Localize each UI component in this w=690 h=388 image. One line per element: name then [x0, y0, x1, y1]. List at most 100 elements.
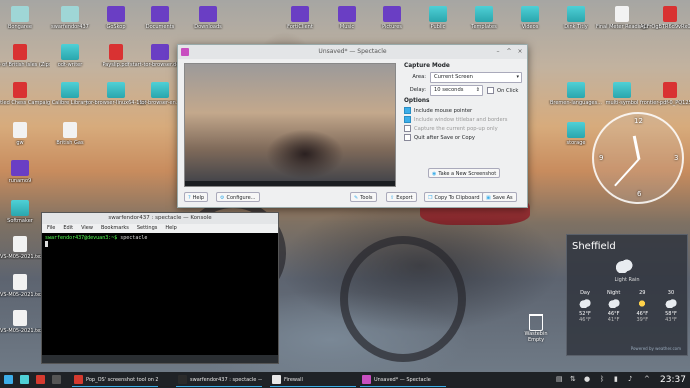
camera-icon: ◉ [432, 171, 437, 177]
taskbar-task[interactable]: Firewall [270, 374, 356, 387]
taskbar-task[interactable]: swarfendor437 : spectacle — Kon... [176, 374, 262, 387]
opt-popup-label: Capture the current pop-up only [414, 126, 498, 132]
konsole-menubar: File Edit View Bookmarks Settings Help [42, 224, 278, 233]
desktop-icon-label: runamo9 [8, 178, 32, 184]
folder-icon [567, 6, 585, 22]
desktop-icon[interactable]: frontier-pdf-0_PQ1253H... [640, 82, 690, 106]
opt-quit[interactable]: Quit after Save or Copy [404, 134, 522, 143]
copy-to-clipboard-button[interactable]: ❐ Copy To Clipboard [424, 192, 484, 202]
home-icon [61, 6, 79, 22]
desktop-icon[interactable]: runamo9 [0, 160, 50, 184]
opt-quit-label: Quit after Save or Copy [414, 135, 475, 141]
folder-icon [613, 82, 631, 98]
close-icon[interactable]: × [516, 48, 524, 56]
copy-icon: ❐ [428, 195, 433, 201]
desktop-icon-label: frontier-pdf-0_PQ1253H... [640, 100, 690, 106]
wallpaper-wheel-front [340, 236, 466, 362]
cloud-icon [607, 299, 620, 308]
app-icon [338, 6, 356, 22]
on-click-check [487, 86, 494, 94]
konsole-tabbar [42, 355, 278, 363]
terminal-prompt: swarfendor437@devuan3:~$ [45, 235, 118, 241]
battery-icon[interactable]: ▮ [614, 375, 618, 383]
spectacle-window: Unsaved* — Spectacle – ^ × Capture Mode … [177, 44, 528, 208]
doc-icon [13, 122, 27, 138]
on-click-label: On Click [497, 87, 519, 94]
copy-label: Copy To Clipboard [434, 195, 480, 201]
screenshot-preview[interactable] [184, 63, 396, 187]
desktop-icon[interactable]: Downloads [178, 6, 238, 30]
on-click-checkbox[interactable]: On Click [487, 86, 519, 94]
app-icon [11, 160, 29, 176]
delay-label: Delay: [409, 87, 426, 93]
take-screenshot-button[interactable]: ◉ Take a New Screenshot [428, 168, 501, 178]
options-heading: Options [404, 98, 430, 104]
network-icon[interactable]: ⇅ [570, 375, 576, 383]
files-launcher-icon[interactable] [20, 374, 30, 386]
clock-minute-hand [614, 158, 640, 187]
konsole-menu-item[interactable]: View [81, 225, 93, 231]
configure-button[interactable]: ⚙ Configure... [216, 192, 260, 202]
help-icon: ? [188, 195, 191, 201]
desktop-icon[interactable]: British Gas [40, 122, 100, 146]
konsole-menu-item[interactable]: Bookmarks [101, 225, 129, 231]
delay-spinbox[interactable]: 10 seconds ⇕ [430, 84, 483, 96]
folder-icon [429, 6, 447, 22]
help-label: Help [192, 195, 205, 201]
taskbar-task[interactable]: Pop_OS' screenshot tool on Zorin... [72, 374, 158, 387]
preview-taskbar [185, 181, 395, 186]
task-label: Pop_OS' screenshot tool on Zorin... [86, 377, 158, 383]
konsole-menu-item[interactable]: File [47, 225, 55, 231]
maximize-icon[interactable]: ^ [505, 48, 513, 56]
opt-pointer[interactable]: Include mouse pointer [404, 107, 522, 116]
forecast-day: Night 46°F 41°F [602, 290, 626, 323]
task-label: Firewall [284, 377, 303, 383]
desktop-icon[interactable]: ACFrOgBTR6d9vRx0_PQ1253H... [640, 6, 690, 30]
opt-pointer-check [404, 107, 411, 114]
weather-condition: Light Rain [614, 277, 640, 283]
export-button[interactable]: ⇪ Export [386, 192, 417, 202]
cloud-icon [664, 299, 677, 308]
clock-numeral-12: 12 [634, 117, 643, 125]
spectacle-titlebar[interactable]: Unsaved* — Spectacle – ^ × [178, 45, 527, 59]
start-menu-icon[interactable] [4, 374, 14, 386]
opt-popup[interactable]: Capture the current pop-up only [404, 125, 522, 134]
forecast-low: 46°F [579, 317, 591, 323]
volume-icon[interactable]: ♪ [628, 375, 632, 383]
forecast-day-name: Day [580, 290, 590, 296]
taskbar-clock[interactable]: 23:37 [660, 374, 686, 386]
save-as-button[interactable]: ▣ Save As [482, 192, 517, 202]
help-button[interactable]: ? Help [184, 192, 209, 202]
clipboard-icon[interactable]: ▤ [556, 375, 563, 383]
notifications-icon[interactable]: ● [584, 375, 590, 383]
doc-icon [13, 310, 27, 326]
tools-button[interactable]: ✎ Tools [350, 192, 377, 202]
konsole-titlebar[interactable]: swarfendor437 : spectacle — Konsole [42, 213, 278, 224]
konsole-menu-item[interactable]: Help [165, 225, 176, 231]
trash-icon [529, 314, 543, 331]
clock-numeral-3: 3 [674, 154, 679, 162]
desktop-icon-label: ACFrOgBTR6d9vRx0_PQ1253H... [640, 24, 690, 30]
folder-icon [61, 82, 79, 98]
bluetooth-icon[interactable]: ᛒ [600, 375, 604, 383]
opt-quit-check [404, 134, 411, 141]
terminal-cursor [45, 241, 48, 247]
opt-titlebar[interactable]: Include window titlebar and borders [404, 116, 522, 125]
konsole-menu-item[interactable]: Edit [63, 225, 73, 231]
terminal-launcher-icon[interactable] [52, 374, 62, 386]
text-editor-launcher-icon[interactable] [36, 374, 46, 386]
doc-icon [13, 236, 27, 252]
spectacle-app-icon [181, 48, 189, 56]
forecast-low: 43°F [665, 317, 677, 323]
weather-source-link[interactable]: Powered by weather.com [631, 346, 681, 351]
konsole-menu-item[interactable]: Settings [137, 225, 158, 231]
minimize-icon[interactable]: – [494, 48, 502, 56]
wastebin[interactable]: Wastebin Empty [520, 314, 552, 343]
area-select[interactable]: Current Screen ▾ [430, 71, 522, 83]
cloud-icon [579, 299, 591, 308]
expand-tray-icon[interactable]: ^ [644, 375, 650, 383]
spectacle-title: Unsaved* — Spectacle [318, 48, 387, 55]
tools-icon: ✎ [354, 195, 359, 201]
taskbar-task[interactable]: Unsaved* — Spectacle [360, 374, 446, 387]
terminal-area[interactable]: swarfendor437@devuan3:~$ spectacle [42, 233, 278, 250]
